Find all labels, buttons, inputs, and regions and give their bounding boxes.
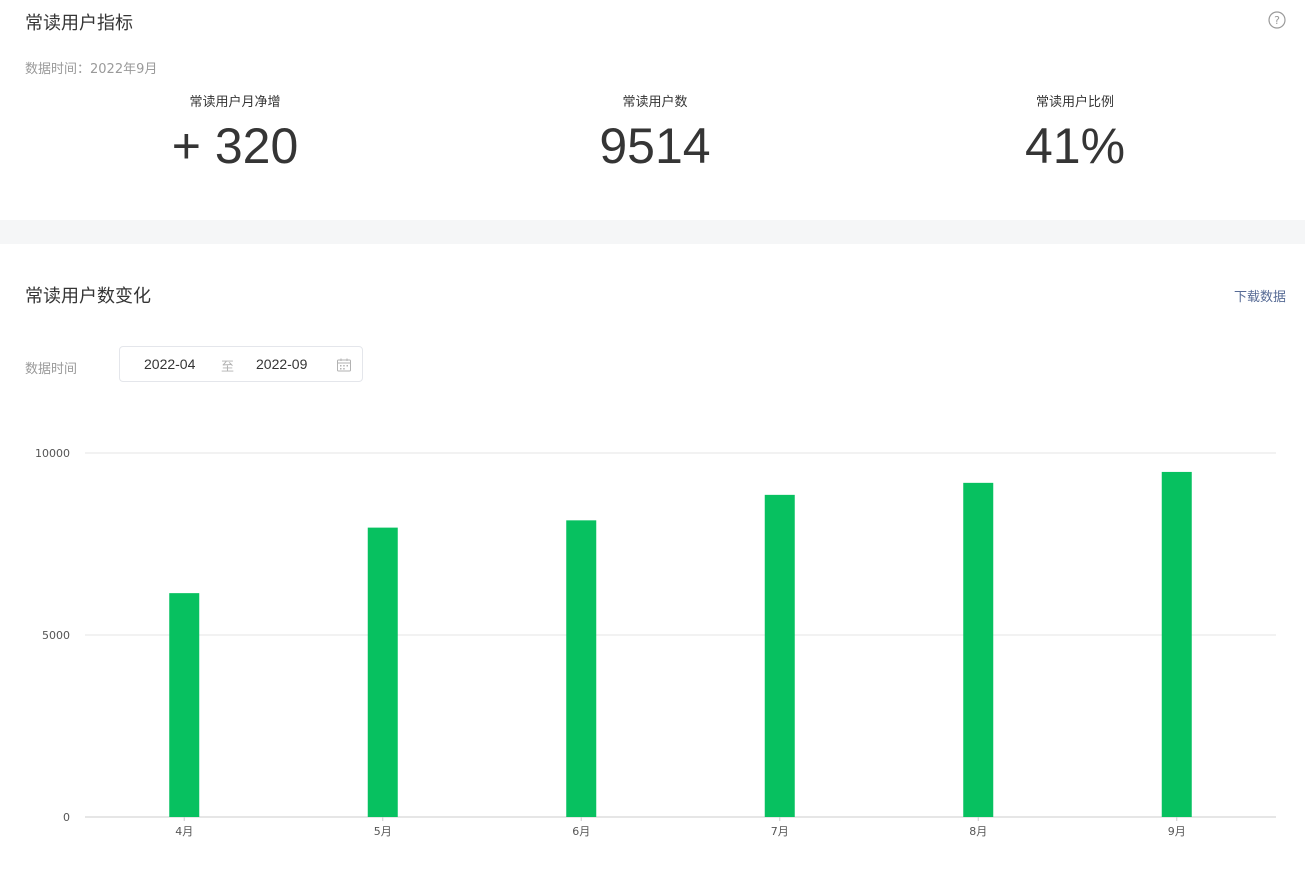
y-tick-label: 10000 (35, 447, 70, 460)
x-tick-label: 9月 (1168, 825, 1186, 838)
metric-user-count: 常读用户数 9514 (505, 94, 805, 176)
metric-net-increase: 常读用户月净增 + 320 (85, 94, 385, 176)
section-divider (0, 220, 1305, 244)
metrics-data-time: 数据时间：2022年9月 (25, 62, 158, 77)
svg-text:?: ? (1274, 14, 1280, 27)
date-end-value[interactable]: 2022-09 (256, 356, 307, 372)
x-tick-label: 5月 (374, 825, 392, 838)
metric-value: + 320 (171, 118, 299, 174)
metric-label: 常读用户比例 (1035, 95, 1114, 110)
bar-5月[interactable] (367, 527, 398, 817)
calendar-icon[interactable] (336, 357, 352, 373)
y-tick-label: 5000 (42, 629, 70, 642)
x-tick-label: 6月 (572, 825, 590, 838)
date-range-separator: 至 (221, 360, 235, 375)
bar-9月[interactable] (1161, 471, 1192, 817)
question-circle-icon[interactable]: ? (1268, 11, 1286, 29)
y-tick-label: 0 (63, 811, 70, 824)
date-start-value[interactable]: 2022-04 (144, 356, 195, 372)
x-tick-label: 8月 (969, 825, 987, 838)
bar-4月[interactable] (169, 593, 200, 817)
date-range-picker[interactable]: 2022-04 至 2022-09 (119, 346, 363, 382)
metric-user-ratio: 常读用户比例 41% (925, 94, 1225, 176)
metric-label: 常读用户数 (622, 95, 688, 110)
metric-label: 常读用户月净增 (189, 95, 281, 110)
trend-title: 常读用户数变化 (25, 286, 151, 307)
x-tick-label: 7月 (771, 825, 789, 838)
metrics-title: 常读用户指标 (25, 13, 133, 34)
x-tick-label: 4月 (175, 825, 193, 838)
metric-value: 9514 (599, 118, 711, 174)
user-count-bar-chart: 0 5000 10000 4月 5月 6月 7月 8月 9月 (35, 447, 1276, 838)
bar-6月[interactable] (566, 520, 597, 817)
bar-8月[interactable] (963, 482, 994, 817)
metrics-panel: 常读用户指标 ? 数据时间：2022年9月 常读用户月净增 + 320 常读用户… (0, 0, 1305, 220)
date-filter-label: 数据时间 (25, 362, 78, 377)
trend-panel: 常读用户数变化 下载数据 数据时间 2022-04 至 2022-09 0 500… (0, 244, 1305, 878)
bar-7月[interactable] (764, 494, 795, 817)
download-data-link[interactable]: 下载数据 (1234, 286, 1286, 305)
metric-value: 41% (1024, 118, 1126, 174)
